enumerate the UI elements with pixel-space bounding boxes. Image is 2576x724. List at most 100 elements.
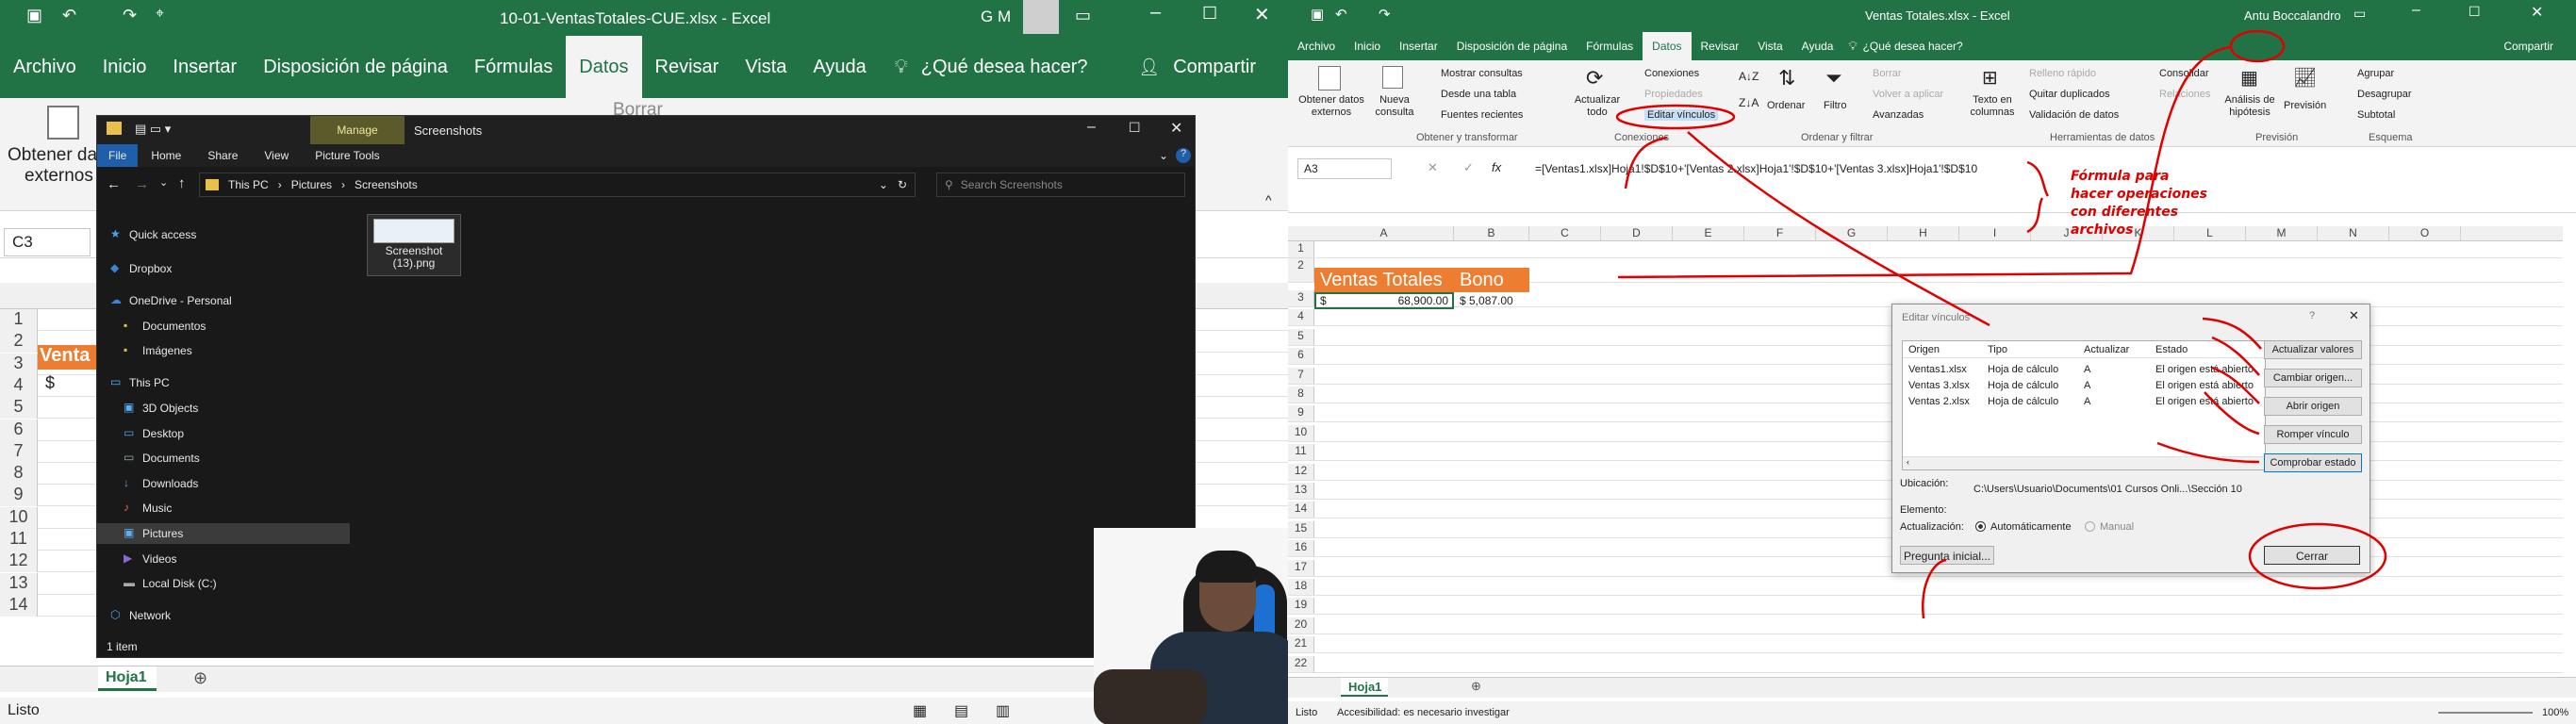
consolidate-item[interactable]: Consolidar [2159,68,2209,79]
ribbon-display-icon[interactable]: ▭ [2353,6,2366,22]
tab-vista[interactable]: Vista [1748,32,1792,60]
close-icon[interactable]: ✕ [2531,3,2543,22]
get-data-label2[interactable]: externos [25,166,93,187]
data-validation-item[interactable]: Validación de datos [2029,109,2119,121]
refresh-all-icon[interactable]: ⟳ [1586,66,1603,90]
row-header[interactable]: 12 [1288,463,1314,480]
redo-icon[interactable]: ↷ [123,6,137,25]
tab-datos[interactable]: Datos [566,36,642,98]
tab-insertar[interactable]: Insertar [159,36,250,98]
row-header[interactable]: 4 [0,374,38,397]
row-header[interactable]: 21 [1288,636,1314,653]
row-header[interactable]: 15 [1288,520,1314,537]
column-header[interactable]: D [1601,226,1673,241]
row-header[interactable]: 6 [1288,348,1314,365]
zoom-slider[interactable] [2438,712,2533,714]
tab-datos[interactable]: Datos [1643,32,1692,60]
file-item[interactable]: Screenshot (13).png [367,214,461,276]
row-header[interactable]: 16 [1288,540,1314,557]
tab-share[interactable]: Share [194,149,251,162]
refresh-icon[interactable]: ↻ [898,178,907,191]
sort-az-icon[interactable]: A↓Z [1739,70,1759,83]
close-icon[interactable]: ✕ [1170,119,1182,138]
forward-icon[interactable]: → [135,176,149,192]
sheet-tab-hoja1[interactable]: Hoja1 [1341,678,1388,697]
tab-insertar[interactable]: Insertar [1390,32,1447,60]
links-hscroll[interactable]: ‹ [1903,456,2265,469]
column-header[interactable]: E [1673,226,1744,241]
row-header[interactable]: 1 [1288,241,1314,257]
save-icon[interactable]: ▣ [26,6,42,25]
tab-view[interactable]: View [251,149,302,162]
nav-item[interactable]: ☁ OneDrive - Personal [97,290,350,311]
row-header[interactable]: 14 [0,594,38,617]
tab-inicio[interactable]: Inicio [1345,32,1390,60]
minimize-icon[interactable]: – [1087,119,1096,136]
zoom-level[interactable]: 100% [2542,707,2568,718]
tab-formulas[interactable]: Fórmulas [461,36,566,98]
share-button[interactable]: Compartir [1160,36,1269,98]
maximize-icon[interactable]: ☐ [1202,4,1217,24]
row-header[interactable]: 1 [0,309,38,331]
share-button[interactable]: Compartir [2490,32,2567,60]
enter-formula-icon[interactable]: ✓ [1463,160,1474,175]
text-to-columns-icon[interactable]: ⊞ [1982,66,1998,90]
from-table-item[interactable]: Desde una tabla [1441,89,1516,100]
column-header[interactable]: N [2318,226,2389,241]
refresh-all-label[interactable]: Actualizar todo [1571,94,1624,119]
tab-picture-tools[interactable]: Picture Tools [302,149,392,162]
help-icon[interactable]: ? [1176,148,1191,163]
fx-icon[interactable]: fx [1492,160,1501,174]
row-header[interactable]: 7 [1288,367,1314,384]
group-item[interactable]: Agrupar [2357,68,2394,79]
tab-disposicion[interactable]: Disposición de página [1447,32,1577,60]
column-header[interactable]: A [1314,226,1454,241]
row-header[interactable]: 3 [0,353,38,375]
row-header[interactable]: 2 [1288,258,1314,282]
path-screenshots[interactable]: Screenshots [355,178,418,191]
sheet-tab-hoja1[interactable]: Hoja1 [98,666,157,691]
sort-icon[interactable]: ⇅ [1778,66,1795,90]
get-external-data-icon[interactable] [1318,66,1341,90]
row-header[interactable]: 18 [1288,579,1314,595]
save-icon[interactable]: ▣ [1311,6,1324,23]
cell-a2[interactable]: Ventas Totales [1314,268,1454,292]
auto-radio[interactable] [1975,521,1986,532]
tell-me-search[interactable]: ¿Qué desea hacer? [908,36,1101,98]
sort-label[interactable]: Ordenar [1767,100,1805,111]
name-box[interactable]: C3 [4,228,91,256]
list-item[interactable]: Ventas1.xlsx Hoja de cálculo A El origen es… [1903,362,2265,377]
cell-b2[interactable]: Bono [1454,268,1529,292]
add-sheet-icon[interactable]: ⊕ [193,668,207,688]
address-bar[interactable]: This PC › Pictures › Screenshots ⌄ ↻ [199,173,916,197]
tab-revisar[interactable]: Revisar [642,36,733,98]
row-header[interactable]: 12 [0,551,38,573]
maximize-icon[interactable]: ☐ [1129,120,1141,136]
undo-icon[interactable]: ↶ [62,6,76,25]
row-header[interactable]: 13 [0,572,38,595]
ungroup-item[interactable]: Desagrupar [2357,89,2411,100]
maximize-icon[interactable]: ☐ [2469,4,2481,20]
subtotal-item[interactable]: Subtotal [2357,109,2395,121]
page-break-icon[interactable]: ▥ [996,701,1010,720]
cell-a3[interactable]: $ [45,373,55,393]
update-values-button[interactable]: Actualizar valores [2264,340,2362,359]
nav-item[interactable]: ▪ Imágenes [97,340,350,361]
nav-item[interactable]: ▭ Documents [97,448,350,469]
header-actualizar[interactable]: Actualizar [2084,344,2129,355]
tab-ayuda[interactable]: Ayuda [1792,32,1843,60]
nav-item[interactable]: ▬ Local Disk (C:) [97,573,350,594]
back-icon[interactable]: ← [107,176,121,192]
row-header[interactable]: 7 [0,440,38,463]
page-layout-icon[interactable]: ▤ [954,701,968,720]
nav-item[interactable]: ▣ 3D Objects [97,398,350,419]
row-header[interactable]: 11 [0,529,38,551]
what-if-label[interactable]: Análisis de hipótesis [2221,94,2278,119]
row-header[interactable]: 8 [0,463,38,485]
nav-item[interactable]: ▶ Videos [97,549,350,569]
nav-item[interactable]: ↓ Downloads [97,473,350,494]
row-header[interactable]: 17 [1288,559,1314,576]
tell-me-search[interactable]: ¿Qué desea hacer? [1858,32,1969,60]
redo-icon[interactable]: ↷ [1379,6,1391,23]
check-status-button[interactable]: Comprobar estado [2264,453,2362,472]
